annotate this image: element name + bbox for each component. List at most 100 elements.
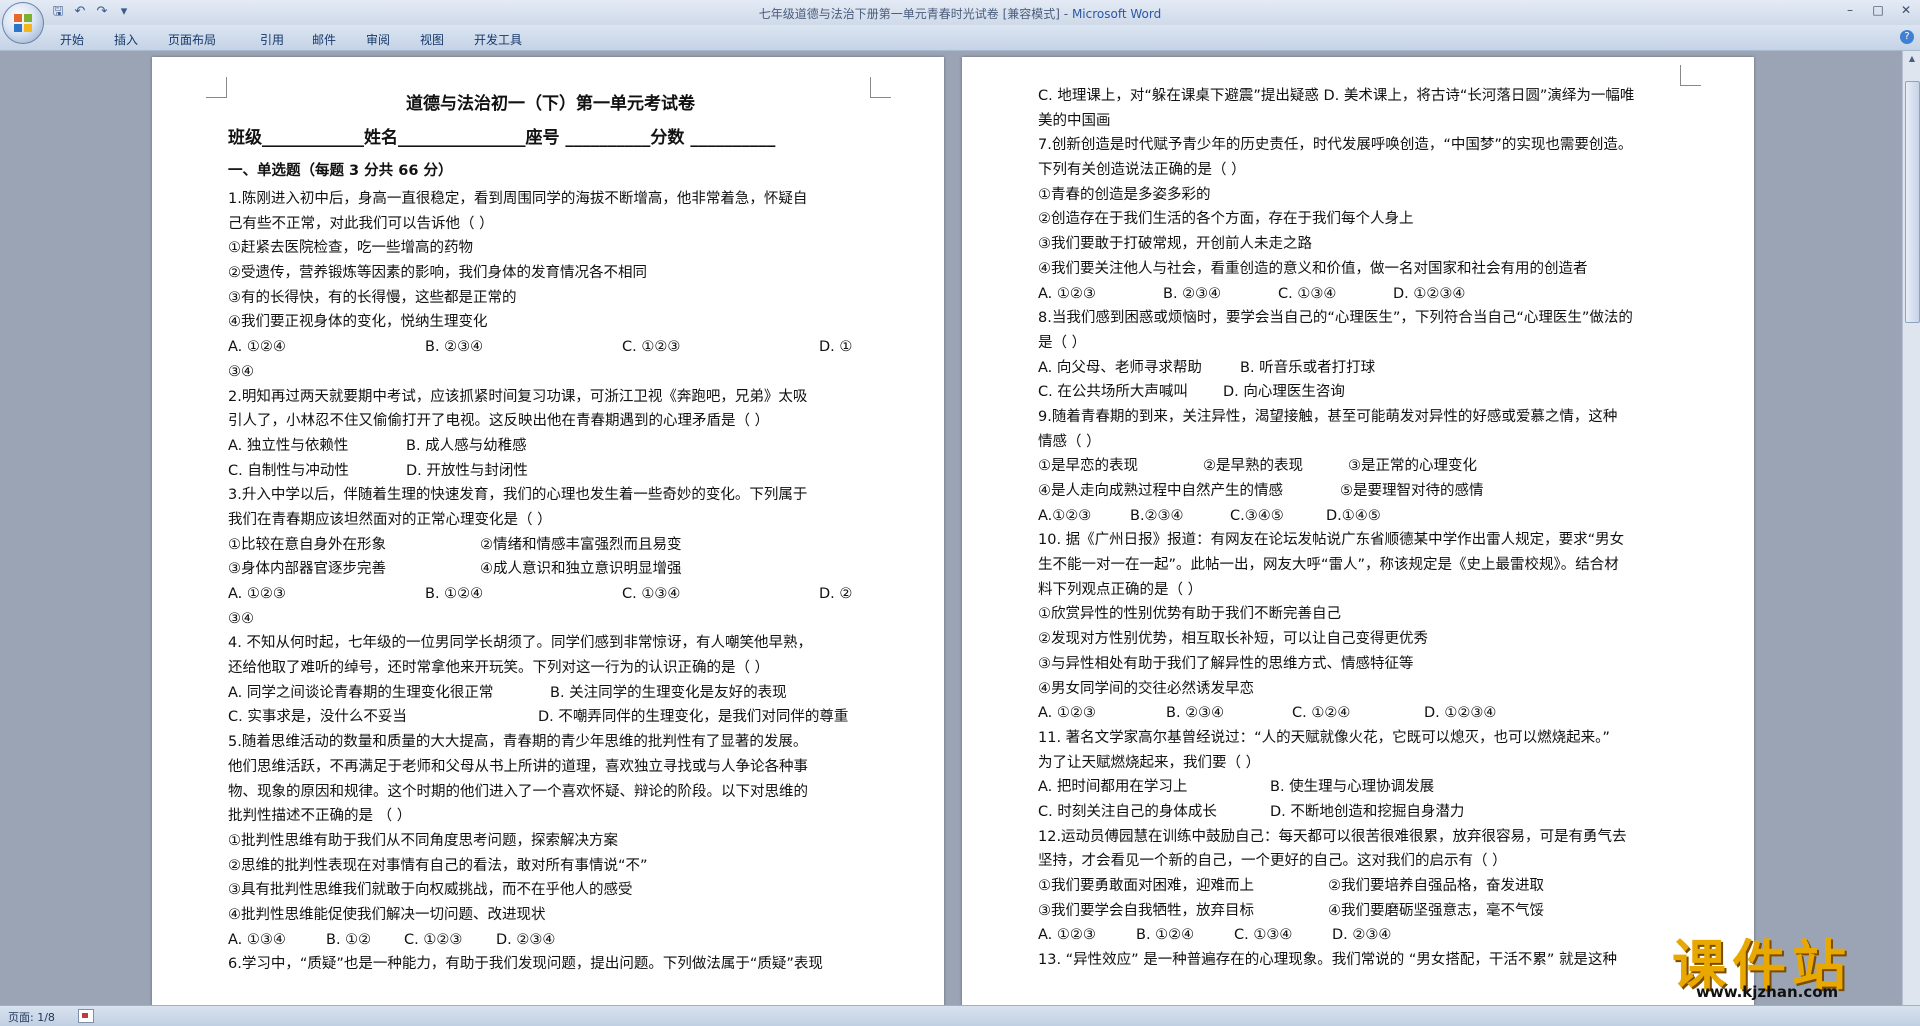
crop-mark [870, 77, 891, 98]
answer-options: C. 在公共场所大声喊叫 D. 向心理医生咨询 [1038, 380, 1683, 405]
question-line: 13. “异性效应” 是一种普遍存在的心理现象。我们常说的 “男女搭配，干活不累… [1038, 952, 1618, 969]
option: A. ①②③ [1038, 285, 1096, 302]
minimize-icon[interactable]: – [1836, 0, 1864, 20]
option: A. 同学之间谈论青春期的生理变化很正常 [228, 684, 494, 701]
option: C. ①③④ [622, 586, 681, 602]
question-line: 1.陈刚进入初中后，身高一直很稳定，看到周围同学的海拔不断增高，他非常着急，怀疑… [228, 191, 808, 207]
statement-items: ③我们要学会自我牺牲，放弃目标 ④我们要磨砺坚强意志，毫不气馁 [1038, 899, 1683, 924]
question-line: 是（ ） [1038, 334, 1087, 351]
crop-mark [206, 77, 227, 98]
tab-page-layout[interactable]: 页面布局 [168, 29, 256, 50]
close-icon[interactable]: ✕ [1892, 0, 1920, 20]
scrollbar-thumb[interactable] [1905, 81, 1920, 323]
crop-mark [1680, 65, 1701, 86]
option: B. 使生理与心理协调发展 [1270, 779, 1435, 796]
question-line: 引人了，小林忍不住又偷偷打开了电视。这反映出他在青春期遇到的心理矛盾是（ ） [228, 413, 770, 430]
statement: ④成人意识和独立意识明显增强 [480, 561, 682, 578]
statement: ⑤是要理智对待的感情 [1340, 483, 1484, 499]
page-2-content[interactable]: C. 地理课上，对“躲在课桌下避震”提出疑惑 D. 美术课上，将古诗“长河落日圆… [1038, 84, 1683, 973]
answer-options: C. 实事求是，没什么不妥当 D. 不嘲弄同伴的生理变化，是我们对同伴的尊重 [228, 705, 873, 730]
question-line: 7.创新创造是时代赋予青少年的历史责任，时代发展呼唤创造，“中国梦”的实现也需要… [1038, 137, 1633, 154]
option: B. ②③④ [1166, 705, 1225, 722]
option: A. 向父母、老师寻求帮助 [1038, 359, 1202, 376]
option: B. ①②④ [1136, 927, 1195, 944]
tab-developer[interactable]: 开发工具 [474, 29, 554, 50]
question-line: ①赶紧去医院检查，吃一些增高的药物 [228, 240, 473, 257]
answer-options: C. 自制性与冲动性 D. 开放性与封闭性 [228, 459, 873, 484]
question-line: ②受遗传，营养锻炼等因素的影响，我们身体的发育情况各不相同 [228, 265, 647, 282]
question-line: 下列有关创造说法正确的是（ ） [1038, 162, 1246, 179]
tab-mailings[interactable]: 邮件 [312, 29, 364, 50]
option: B. ②③④ [425, 339, 484, 356]
tab-review[interactable]: 审阅 [366, 29, 418, 50]
question-line: 3.升入中学以后，伴随着生理的快速发育，我们的心理也发生着一些奇妙的变化。下列属… [228, 487, 808, 504]
option: C. 自制性与冲动性 [228, 462, 349, 479]
document-area[interactable]: 道德与法治初一（下）第一单元考试卷 班级____________姓名______… [0, 51, 1902, 1005]
answer-options: A. ①③④ B. ①② C. ①②③ D. ②③④ [228, 928, 873, 953]
option: D. ② [819, 586, 853, 602]
page-1-content[interactable]: 道德与法治初一（下）第一单元考试卷 班级____________姓名______… [228, 87, 873, 977]
question-line: 情感（ ） [1038, 433, 1101, 450]
option: D. ①②③④ [1393, 285, 1466, 302]
question-line: ①批判性思维有助于我们从不同角度思考问题，探索解决方案 [228, 832, 618, 849]
question-line: 为了让天赋燃烧起来，我们要（ ） [1038, 754, 1261, 771]
option: C. ①②④ [1292, 705, 1351, 722]
page-2: C. 地理课上，对“躲在课桌下避震”提出疑惑 D. 美术课上，将古诗“长河落日圆… [962, 57, 1754, 1005]
question-line: 4. 不知从何时起，七年级的一位男同学长胡须了。同学们感到非常惊讶，有人嘲笑他早… [228, 635, 812, 652]
answer-options: C. 时刻关注自己的身体成长 D. 不断地创造和挖掘自身潜力 [1038, 800, 1683, 825]
proofing-icon[interactable] [78, 1009, 94, 1023]
tab-view[interactable]: 视图 [420, 29, 472, 50]
watermark: 课件站 www.kjzhan.com [1660, 921, 1910, 1005]
statement: ④是人走向成熟过程中自然产生的情感 [1038, 483, 1283, 499]
option: A. ①③④ [228, 931, 286, 948]
question-line: 5.随着思维活动的数量和质量的大大提高，青春期的青少年思维的批判性有了显著的发展… [228, 734, 808, 751]
question-line: ③有的长得快，有的长得慢，这些都是正常的 [228, 289, 517, 306]
office-button[interactable] [2, 2, 44, 44]
status-bar: 页面: 1/8 [0, 1005, 1920, 1026]
help-icon[interactable]: ? [1900, 30, 1914, 44]
option: C.③④⑤ [1230, 507, 1284, 524]
option: A. 把时间都用在学习上 [1038, 779, 1188, 796]
tab-home[interactable]: 开始 [60, 29, 110, 50]
page-1: 道德与法治初一（下）第一单元考试卷 班级____________姓名______… [152, 57, 944, 1005]
question-line: 己有些不正常，对此我们可以告诉他（ ） [228, 215, 494, 232]
option: B. 关注同学的生理变化是友好的表现 [550, 684, 787, 701]
answer-options: A. ①②④ B. ②③④ C. ①②③ D. ① [228, 335, 873, 360]
option: D. 不嘲弄同伴的生理变化，是我们对同伴的尊重 [538, 709, 849, 726]
option: D. 开放性与封闭性 [406, 462, 528, 479]
option: A. ①②④ [228, 339, 286, 356]
section-heading: 一、单选题（每题 3 分共 66 分） [228, 163, 453, 179]
question-line: 批判性描述不正确的是 （ ） [228, 808, 412, 825]
question-line: 我们在青春期应该坦然面对的正常心理变化是（ ） [228, 511, 552, 528]
statement-items: ①是早恋的表现 ②是早熟的表现 ③是正常的心理变化 [1038, 454, 1683, 479]
vertical-scrollbar[interactable]: ▲ [1902, 51, 1920, 1005]
statement: ①是早恋的表现 [1038, 458, 1138, 475]
question-line: 他们思维活跃，不再满足于老师和父母从书上所讲的道理，喜欢独立寻找或与人争论各种事 [228, 758, 808, 775]
option: D.①④⑤ [1326, 507, 1381, 524]
question-line: 2.明知再过两天就要期中考试，应该抓紧时间复习功课，可浙江卫视《奔跑吧，兄弟》太… [228, 388, 808, 405]
answer-options: A. ①②③ B. ②③④ C. ①②④ D. ①②③④ [1038, 701, 1683, 726]
answer-options: A. ①②③ B. ①②④ C. ①③④ D. ② [228, 582, 873, 607]
class-info-line: 班级____________姓名_______________座号 ______… [228, 128, 776, 148]
question-line: ④我们要正视身体的变化，悦纳生理变化 [228, 314, 488, 331]
option: C. ①②③ [622, 339, 681, 356]
option: A. 独立性与依赖性 [228, 437, 349, 454]
question-line: ③与异性相处有助于我们了解异性的思维方式、情感特征等 [1038, 655, 1414, 672]
tab-references[interactable]: 引用 [260, 29, 308, 50]
option-continuation: ③④ [228, 363, 254, 380]
question-line: 9.随着青春期的到来，关注异性，渴望接触，甚至可能萌发对异性的好感或爱慕之情，这… [1038, 408, 1618, 425]
option: C. 实事求是，没什么不妥当 [228, 709, 407, 726]
option: D. ①②③④ [1424, 705, 1497, 722]
statement: ④我们要磨砺坚强意志，毫不气馁 [1328, 902, 1544, 919]
option: B. ②③④ [1163, 285, 1222, 302]
answer-options: A. 独立性与依赖性 B. 成人感与幼稚感 [228, 434, 873, 459]
option: B. ①②④ [425, 586, 484, 602]
question-line: 坚持，才会看见一个新的自己，一个更好的自己。这对我们的启示有（ ） [1038, 853, 1507, 870]
scroll-up-icon[interactable]: ▲ [1903, 51, 1920, 67]
page-count[interactable]: 页面: 1/8 [8, 1009, 55, 1025]
restore-icon[interactable]: □ [1864, 0, 1892, 20]
question-line: 美的中国画 [1038, 112, 1111, 129]
statement: ③身体内部器官逐步完善 [228, 561, 386, 578]
tab-insert[interactable]: 插入 [114, 29, 166, 50]
option: C. 在公共场所大声喊叫 [1038, 384, 1188, 401]
